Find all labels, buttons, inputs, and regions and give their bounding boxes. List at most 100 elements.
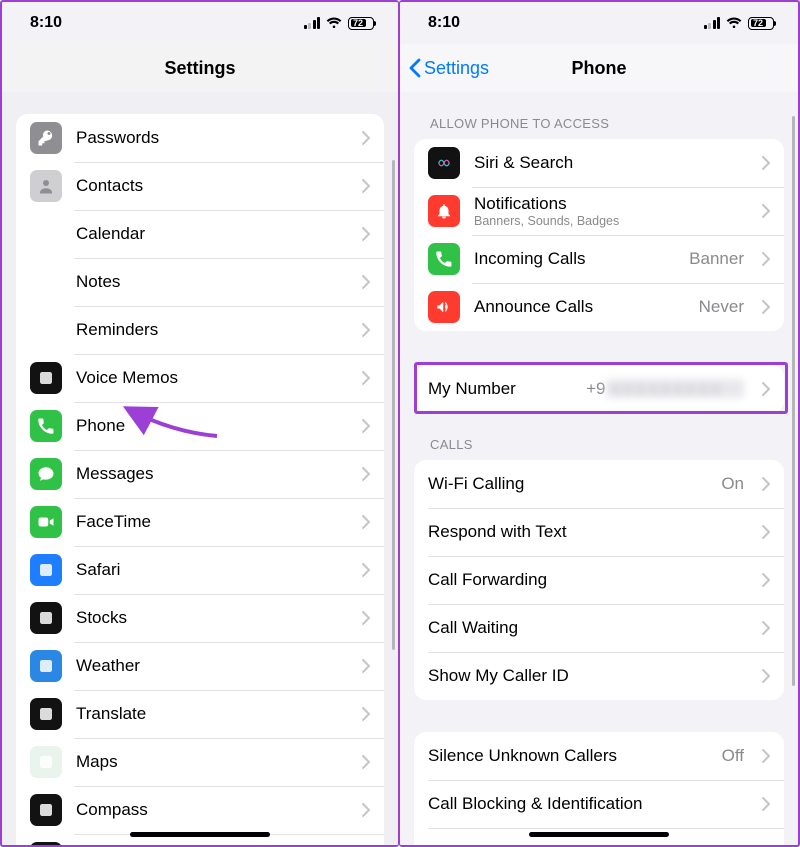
wifi-icon [326,17,342,29]
maps-icon [30,746,62,778]
wifi-icon [726,17,742,29]
settings-row-voicememos[interactable]: Voice Memos [16,354,384,402]
home-indicator [529,832,669,837]
calls-row-waiting[interactable]: Call Waiting [414,604,784,652]
chevron-right-icon [762,382,770,396]
status-time: 8:10 [428,14,460,32]
contacts-icon [30,170,62,202]
siri-icon [428,147,460,179]
settings-row-translate[interactable]: Translate [16,690,384,738]
phone-navbar: Settings Phone [400,44,798,92]
notes-icon [30,266,62,298]
translate-icon [30,698,62,730]
settings-row-label: Contacts [76,176,348,196]
access-list: Siri & Search Notifications Banners, Sou… [414,139,784,331]
my-number-group: My Number +9xxxxxxxxx [414,365,784,413]
settings-row-label: Passwords [76,128,348,148]
messages-icon [30,458,62,490]
block-row-value: Off [722,746,744,766]
settings-row-label: Safari [76,560,348,580]
scroll-indicator [792,116,795,686]
status-bar: 8:10 72 [2,2,398,44]
chevron-right-icon [762,669,770,683]
chevron-right-icon [362,467,370,481]
access-row-incoming[interactable]: Incoming Calls Banner [414,235,784,283]
chevron-right-icon [362,755,370,769]
chevron-right-icon [362,323,370,337]
reminders-icon [30,314,62,346]
chevron-right-icon [762,204,770,218]
passwords-icon [30,122,62,154]
settings-row-label: Calendar [76,224,348,244]
settings-row-compass[interactable]: Compass [16,786,384,834]
settings-row-weather[interactable]: Weather [16,642,384,690]
section-header-calls: Calls [400,413,798,460]
block-row-label: Blocked Contacts [428,842,748,845]
calls-row-label: Call Forwarding [428,570,748,590]
voicememos-icon [30,362,62,394]
status-indicators: 72 [704,17,775,30]
access-row-value: Never [699,297,744,317]
access-row-notif[interactable]: Notifications Banners, Sounds, Badges [414,187,784,235]
settings-row-stocks[interactable]: Stocks [16,594,384,642]
settings-row-label: FaceTime [76,512,348,532]
chevron-right-icon [762,477,770,491]
section-header-access: Allow Phone to Access [400,92,798,139]
block-row-silence[interactable]: Silence Unknown Callers Off [414,732,784,780]
safari-icon [30,554,62,586]
back-button[interactable]: Settings [408,58,489,79]
chevron-right-icon [362,227,370,241]
settings-row-label: Phone [76,416,348,436]
calls-row-label: Call Waiting [428,618,748,638]
calls-row-label: Show My Caller ID [428,666,748,686]
chevron-right-icon [362,179,370,193]
settings-navbar: Settings [2,44,398,92]
settings-row-label: Messages [76,464,348,484]
settings-content[interactable]: Passwords Contacts Calendar Notes Remind… [2,92,398,845]
status-indicators: 72 [304,17,375,30]
incoming-icon [428,243,460,275]
calls-row-value: On [721,474,744,494]
weather-icon [30,650,62,682]
block-row-blockid[interactable]: Call Blocking & Identification [414,780,784,828]
phone-content[interactable]: Allow Phone to Access Siri & Search Noti… [400,92,798,845]
calls-row-callerid[interactable]: Show My Caller ID [414,652,784,700]
chevron-right-icon [362,275,370,289]
access-row-announce[interactable]: Announce Calls Never [414,283,784,331]
access-row-label: Incoming Calls [474,249,675,269]
my-number-row[interactable]: My Number +9xxxxxxxxx [414,365,784,413]
calls-row-wificall[interactable]: Wi-Fi Calling On [414,460,784,508]
settings-row-safari[interactable]: Safari [16,546,384,594]
phone-settings-screen: 8:10 72 Settings Phone Allow Phone to Ac… [399,0,800,847]
settings-row-label: Translate [76,704,348,724]
calls-row-respond[interactable]: Respond with Text [414,508,784,556]
settings-row-notes[interactable]: Notes [16,258,384,306]
chevron-right-icon [762,300,770,314]
status-time: 8:10 [30,14,62,32]
battery-icon: 72 [348,17,374,30]
calls-row-forward[interactable]: Call Forwarding [414,556,784,604]
settings-row-messages[interactable]: Messages [16,450,384,498]
chevron-right-icon [762,252,770,266]
settings-row-phone[interactable]: Phone [16,402,384,450]
chevron-right-icon [762,621,770,635]
cellular-icon [704,17,721,29]
settings-row-calendar[interactable]: Calendar [16,210,384,258]
settings-row-label: Stocks [76,608,348,628]
chevron-left-icon [408,58,422,78]
status-bar: 8:10 72 [400,2,798,44]
block-row-label: Silence Unknown Callers [428,746,708,766]
chevron-right-icon [362,515,370,529]
settings-row-contacts[interactable]: Contacts [16,162,384,210]
access-row-label: Siri & Search [474,153,748,173]
block-row-label: Call Blocking & Identification [428,794,748,814]
access-row-siri[interactable]: Siri & Search [414,139,784,187]
settings-row-maps[interactable]: Maps [16,738,384,786]
announce-icon [428,291,460,323]
settings-row-facetime[interactable]: FaceTime [16,498,384,546]
settings-row-reminders[interactable]: Reminders [16,306,384,354]
my-number-label: My Number [428,379,572,399]
settings-row-passwords[interactable]: Passwords [16,114,384,162]
access-row-value: Banner [689,249,744,269]
chevron-right-icon [762,525,770,539]
